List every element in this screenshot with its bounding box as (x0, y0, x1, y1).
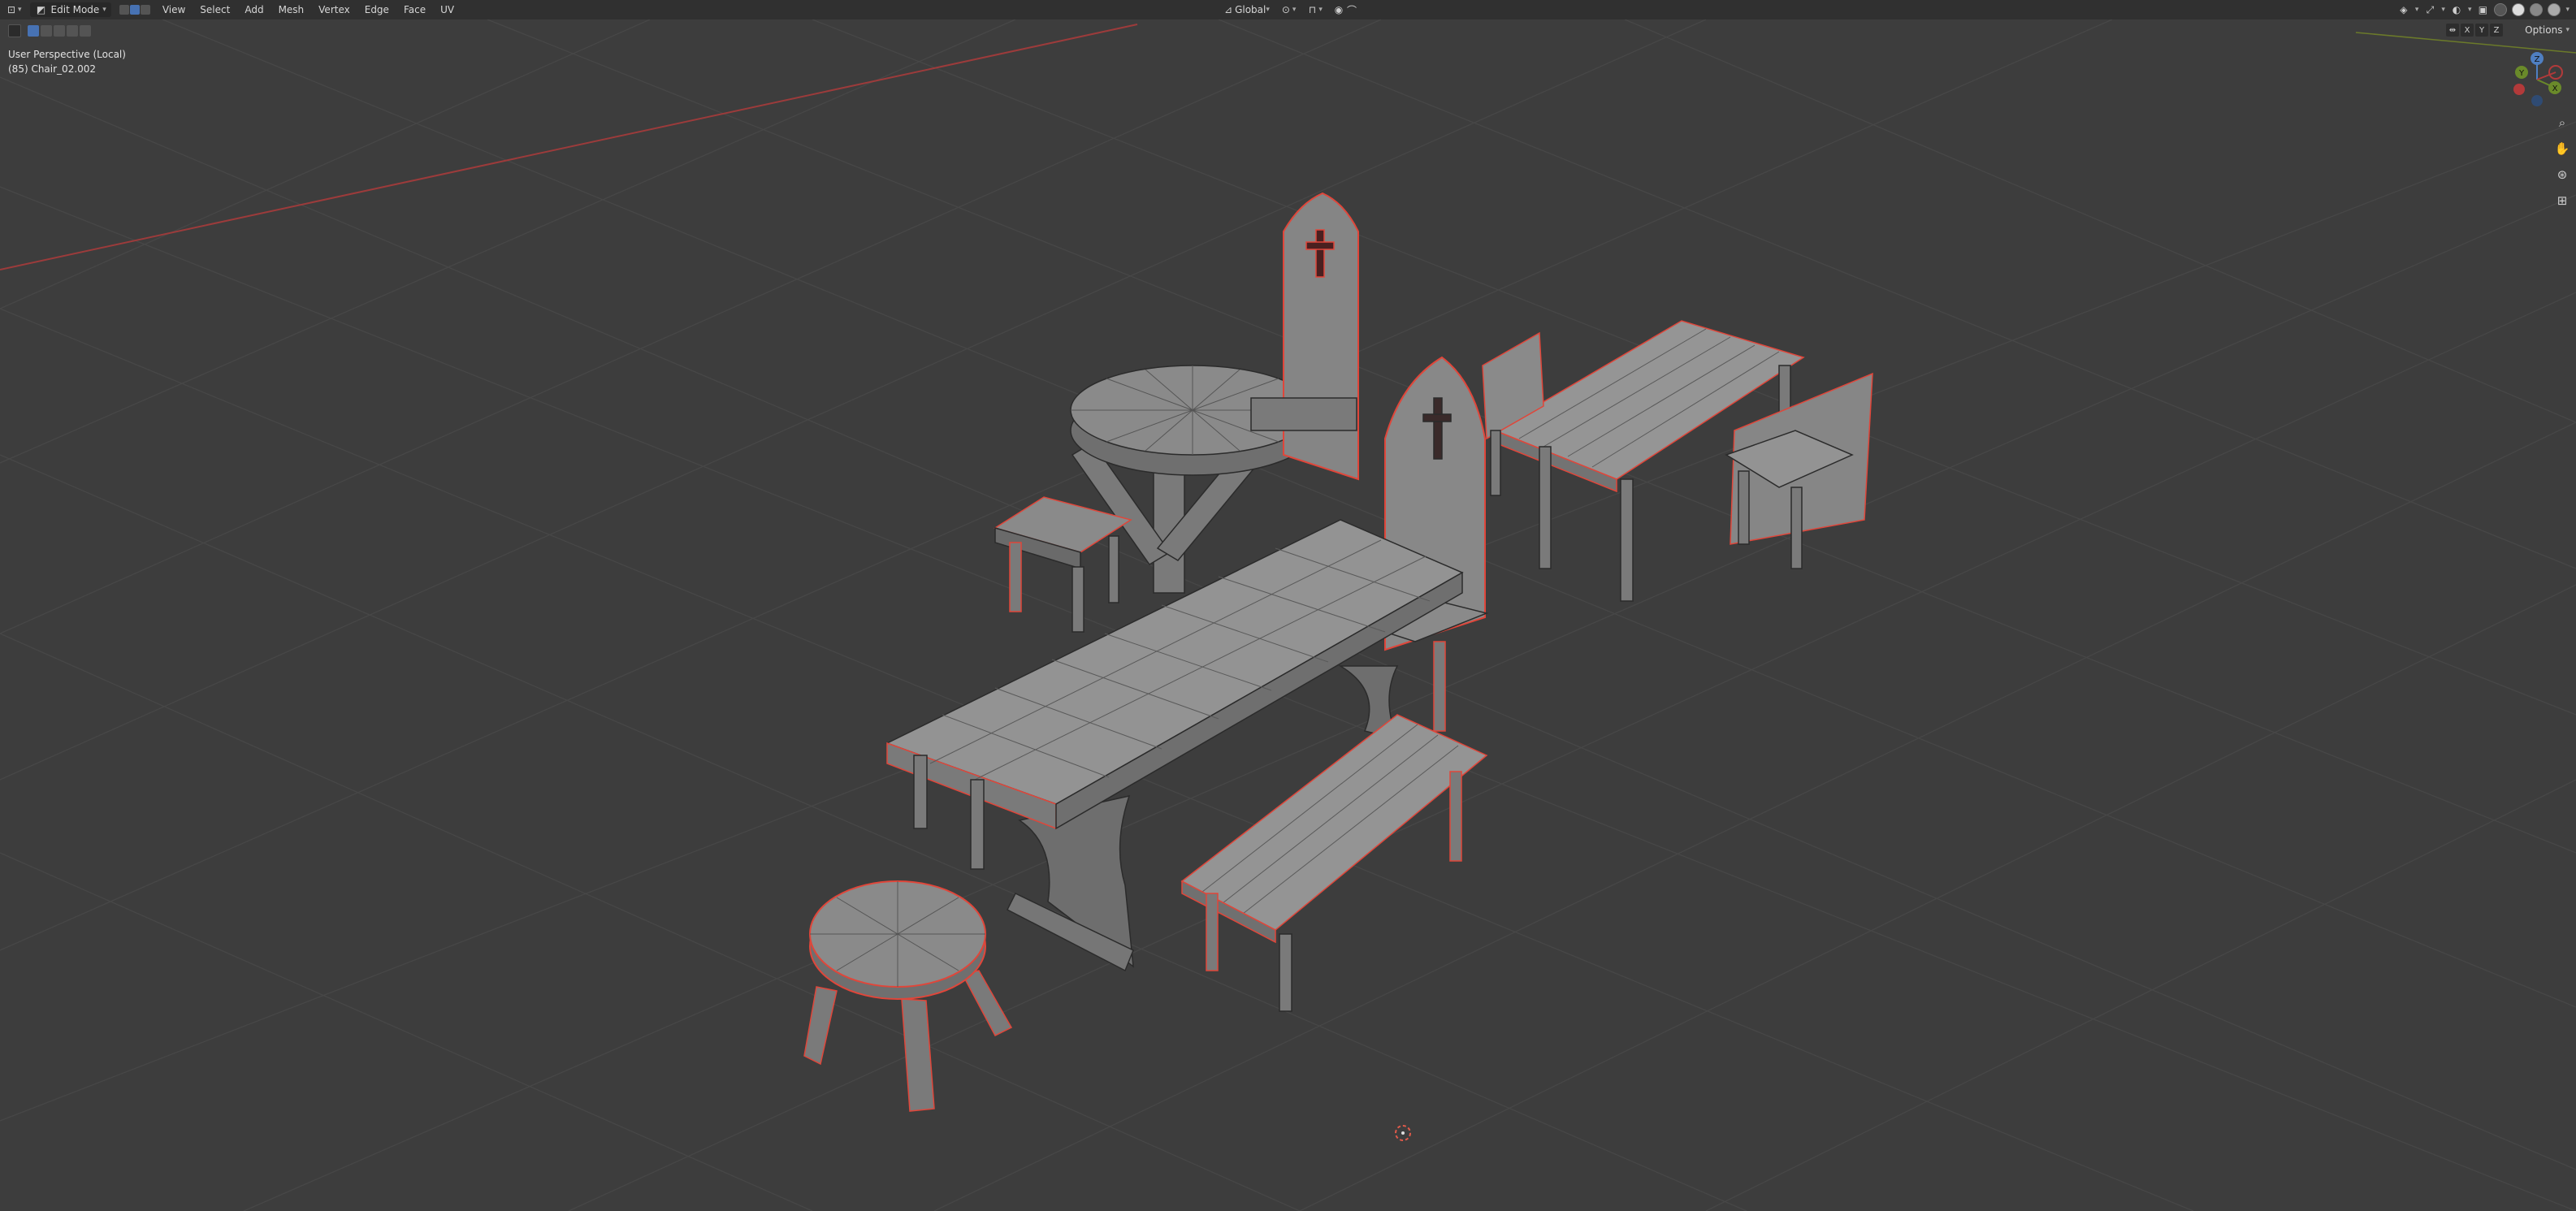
pan-hand-icon[interactable]: ✋ (2553, 140, 2571, 158)
invert-selection-icon[interactable] (67, 25, 78, 37)
gizmo-y-label: Y (2518, 69, 2525, 78)
select-mode-toggles[interactable] (119, 5, 150, 15)
viewport-header: ⊡ ▾ ◩ Edit Mode ▾ View Select Add Mesh Ve… (0, 0, 2576, 19)
mirror-icon[interactable]: ⇹ (2446, 24, 2459, 37)
chevron-down-icon: ▾ (1266, 6, 1270, 14)
mode-label: Edit Mode (50, 4, 100, 15)
gizmo-toggle-icon[interactable]: ⤢ (2423, 3, 2436, 16)
vertex-select-icon[interactable] (119, 5, 129, 15)
chevron-down-icon: ▾ (2565, 26, 2570, 34)
mode-selector[interactable]: ◩ Edit Mode ▾ (29, 2, 111, 17)
options-label: Options (2525, 24, 2563, 36)
small-stool-mesh (994, 496, 1132, 633)
overlays-icon[interactable]: ◐ (2450, 3, 2463, 16)
options-dropdown[interactable]: Options ▾ (2525, 24, 2570, 36)
camera-view-icon[interactable]: ⊛ (2553, 166, 2571, 184)
mirror-axis-toggles: ⇹ X Y Z (2446, 24, 2503, 37)
chevron-down-icon: ▾ (18, 6, 22, 14)
transform-orientation-label: Global (1235, 4, 1266, 15)
falloff-icon: ⌒ (1346, 4, 1357, 16)
menu-mesh[interactable]: Mesh (271, 4, 312, 15)
axis-z-toggle[interactable]: Z (2490, 24, 2503, 37)
x-axis-line (0, 24, 1138, 270)
object-name-label: (85) Chair_02.002 (8, 63, 97, 75)
3d-cursor-icon (1395, 1125, 1411, 1141)
menu-select[interactable]: Select (193, 4, 237, 15)
zoom-icon[interactable]: ⌕ (2553, 114, 2571, 132)
pivot-point-button[interactable]: ⊙ ▾ (1275, 2, 1301, 18)
axis-x-toggle[interactable]: X (2461, 24, 2474, 37)
intersect-selection-icon[interactable] (80, 25, 91, 37)
bench-mesh (1180, 714, 1488, 1012)
face-select-icon[interactable] (140, 5, 150, 15)
tool-header-row (8, 24, 91, 37)
wireframe-shading-icon[interactable] (2494, 3, 2508, 16)
viewport-canvas[interactable] (0, 0, 2576, 1211)
menu-add[interactable]: Add (237, 4, 271, 15)
axis-y-toggle[interactable]: Y (2475, 24, 2488, 37)
perspective-toggle-icon[interactable]: ⊞ (2553, 192, 2571, 210)
gizmo-x-axis[interactable] (2513, 84, 2525, 95)
menu-vertex[interactable]: Vertex (311, 4, 357, 15)
navigation-gizmo[interactable]: Z Y X (2505, 50, 2570, 109)
menu-view[interactable]: View (155, 4, 193, 15)
toolbar-toggle-icon[interactable] (8, 24, 21, 37)
rendered-shading-icon[interactable] (2548, 3, 2561, 16)
chevron-down-icon: ▾ (1292, 6, 1297, 14)
orientation-icon: ⊿ (1224, 4, 1233, 15)
menu-face[interactable]: Face (396, 4, 433, 15)
menu-uv[interactable]: UV (433, 4, 461, 15)
extend-selection-icon[interactable] (41, 25, 52, 37)
viewport-navigation-tools: ⌕ ✋ ⊛ ⊞ (2553, 114, 2571, 210)
snap-button[interactable]: ⊓ ▾ (1301, 2, 1327, 18)
edge-select-icon[interactable] (129, 5, 140, 15)
edit-mode-icon: ◩ (36, 4, 46, 15)
xray-icon[interactable]: ▣ (2476, 3, 2489, 16)
editor-type-button[interactable]: ⊡ ▾ (0, 2, 27, 18)
gizmo-x-label: X (2552, 84, 2558, 93)
chevron-down-icon[interactable]: ▾ (2441, 6, 2445, 14)
transform-orientation[interactable]: ⊿ Global ▾ (1217, 2, 1275, 18)
right-chair-b-mesh (1725, 372, 1873, 569)
subtract-selection-icon[interactable] (54, 25, 65, 37)
chevron-down-icon: ▾ (1318, 6, 1323, 14)
proportional-edit-icon: ◉ (1334, 4, 1344, 15)
pivot-icon: ⊙ (1281, 4, 1290, 15)
snap-icon: ⊓ (1308, 4, 1317, 15)
cube-editor-icon: ⊡ (6, 4, 16, 15)
menu-edge[interactable]: Edge (357, 4, 396, 15)
chevron-down-icon[interactable]: ▾ (2468, 6, 2472, 14)
selection-mode-buttons[interactable] (28, 25, 91, 37)
chevron-down-icon[interactable]: ▾ (2415, 6, 2419, 14)
3d-viewport[interactable] (0, 0, 2576, 1211)
proportional-edit-button[interactable]: ◉ ⌒ (1327, 2, 1363, 18)
set-selection-icon[interactable] (28, 25, 39, 37)
chevron-down-icon: ▾ (102, 6, 106, 14)
perspective-label: User Perspective (Local) (8, 49, 126, 60)
gizmo-z-label: Z (2535, 55, 2540, 64)
chevron-down-icon[interactable]: ▾ (2565, 6, 2570, 14)
gizmo-neg-z-axis[interactable] (2531, 95, 2543, 106)
visibility-icon[interactable]: ◈ (2397, 3, 2410, 16)
round-stool-mesh (803, 880, 1013, 1112)
viewport-right-tools: ◈ ▾ ⤢ ▾ ◐ ▾ ▣ ▾ (2397, 0, 2570, 19)
material-shading-icon[interactable] (2530, 3, 2544, 16)
solid-shading-icon[interactable] (2512, 3, 2526, 16)
